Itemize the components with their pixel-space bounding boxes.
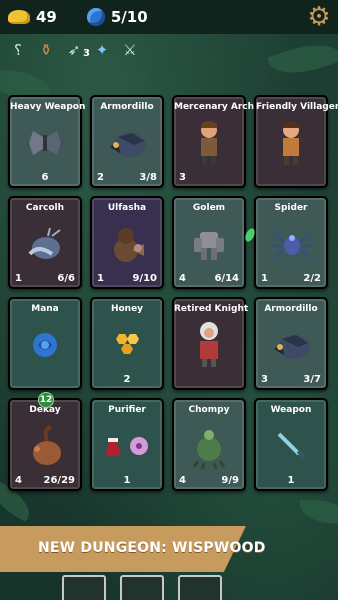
card-friendly-villager[interactable]: Friendly Villager <box>254 95 338 188</box>
golem-icon <box>186 222 232 270</box>
card-golem[interactable]: Golem 4 6/14 <box>172 196 246 289</box>
card-armordillo[interactable]: Armordillo 3 3/7 <box>254 297 328 390</box>
honey-icon <box>110 330 144 364</box>
card-title: Mana <box>31 304 59 314</box>
purifier-icon <box>99 428 155 468</box>
card-mana[interactable]: Mana <box>8 297 82 390</box>
card-title: Honey <box>110 304 144 314</box>
card-title: Heavy Weapon <box>10 102 86 112</box>
banner-text: NEW DUNGEON: WISPWOOD <box>38 540 266 556</box>
weapon-icon <box>23 123 67 167</box>
card-title: Armordillo <box>264 304 318 314</box>
card-mercenary-archer[interactable]: Mercenary Archer 3 <box>172 95 265 188</box>
gold-counter: 49 <box>8 8 57 26</box>
card-title: Carcolh <box>25 203 65 213</box>
armordillo-icon <box>268 325 314 369</box>
spider-icon <box>268 224 314 268</box>
dagger-icon <box>273 428 309 468</box>
settings-gear-icon[interactable]: ⚙ <box>306 4 332 30</box>
card-honey[interactable]: Honey 2 <box>90 297 164 390</box>
card-title: Golem <box>192 203 226 213</box>
card-title: Friendly Villager <box>256 102 338 112</box>
card-dekay[interactable]: Dekay 4 26/29 12 <box>8 392 82 491</box>
card-stat-right: 3/8 <box>139 172 157 183</box>
card-spider[interactable]: Spider 1 2/2 <box>254 196 328 289</box>
card-stat-left: 2 <box>97 172 104 183</box>
card-purifier[interactable]: Purifier 1 <box>90 398 164 491</box>
gold-value: 49 <box>36 8 57 26</box>
card-stat-right: 9/10 <box>132 273 157 284</box>
relic-count: 3 <box>83 48 90 59</box>
card-stat-left: 4 <box>179 475 186 486</box>
card-heavy-weapon[interactable]: Heavy Weapon 6 <box>8 95 86 188</box>
card-stat-left: 1 <box>15 273 22 284</box>
card-title: Spider <box>274 203 308 213</box>
card-stat-right: 3/7 <box>303 374 321 385</box>
card-title: Chompy <box>188 405 230 415</box>
card-title: Weapon <box>270 405 312 415</box>
card-stat-right: 26/29 <box>43 475 75 486</box>
mana-value: 5/10 <box>110 8 148 26</box>
card-stat-center: 1 <box>123 475 131 486</box>
card-title: Armordillo <box>100 102 154 112</box>
card-stat-right: 6/14 <box>214 273 239 284</box>
villager-icon <box>271 118 311 172</box>
card-stat-left: 1 <box>261 273 268 284</box>
chompy-icon <box>186 423 232 473</box>
bottom-tab[interactable] <box>120 575 164 600</box>
card-title: Retired Knight <box>174 304 249 314</box>
mana-orb-icon <box>86 8 105 26</box>
card-title: Ulfasha <box>107 203 147 213</box>
feather-relic-icon[interactable]: ➶ 3 <box>64 40 90 60</box>
card-retired-knight[interactable]: Retired Knight <box>172 297 249 390</box>
bottom-tab[interactable] <box>62 575 106 600</box>
card-stat-right: 6/6 <box>57 273 75 284</box>
card-stat-right: 9/9 <box>221 475 239 486</box>
knight-icon <box>189 319 229 375</box>
resource-bar: 49 5/10 ⚙ <box>0 0 338 34</box>
dekay-icon <box>23 423 67 473</box>
card-stat-left: 3 <box>179 172 186 183</box>
card-chompy[interactable]: Chompy 4 9/9 <box>172 398 246 491</box>
card-stat-center: 6 <box>41 172 49 183</box>
scythe-relic-icon[interactable]: ⸮ <box>8 40 28 60</box>
card-title: Purifier <box>108 405 146 415</box>
bottom-tabs <box>62 575 222 600</box>
card-stat-left: 3 <box>261 374 268 385</box>
ulfasha-icon <box>106 222 148 270</box>
mana-counter: 5/10 <box>86 8 148 26</box>
card-stat-left: 4 <box>179 273 186 284</box>
armordillo-icon <box>104 123 150 167</box>
card-title: Mercenary Archer <box>174 102 265 112</box>
card-stat-left: 4 <box>15 475 22 486</box>
leaf-decoration <box>300 500 338 524</box>
archer-icon <box>189 118 229 172</box>
dagger-relic-icon[interactable]: ⚔ <box>120 40 140 60</box>
leaf-decoration <box>267 33 338 85</box>
star-relic-icon[interactable]: ✦ <box>92 40 112 60</box>
card-grid: Heavy Weapon 6 Armordillo 2 3/8 Mercenary Arc… <box>8 95 338 491</box>
urn-relic-icon[interactable]: ⚱ <box>36 40 56 60</box>
card-stat-center: 2 <box>123 374 131 385</box>
bottom-tab[interactable] <box>178 575 222 600</box>
card-armordillo[interactable]: Armordillo 2 3/8 <box>90 95 164 188</box>
gold-icon <box>8 10 30 24</box>
level-badge: 12 <box>38 392 54 408</box>
card-ulfasha[interactable]: Ulfasha 1 9/10 <box>90 196 164 289</box>
card-weapon[interactable]: Weapon 1 <box>254 398 328 491</box>
relic-bar: ⸮ ⚱ ➶ 3 ✦ ⚔ <box>8 40 140 60</box>
card-stat-right: 2/2 <box>303 273 321 284</box>
card-stat-center: 1 <box>287 475 295 486</box>
card-stat-left: 1 <box>97 273 104 284</box>
carcolh-icon <box>22 224 68 268</box>
card-carcolh[interactable]: Carcolh 1 6/6 <box>8 196 82 289</box>
mana-icon <box>30 330 60 364</box>
